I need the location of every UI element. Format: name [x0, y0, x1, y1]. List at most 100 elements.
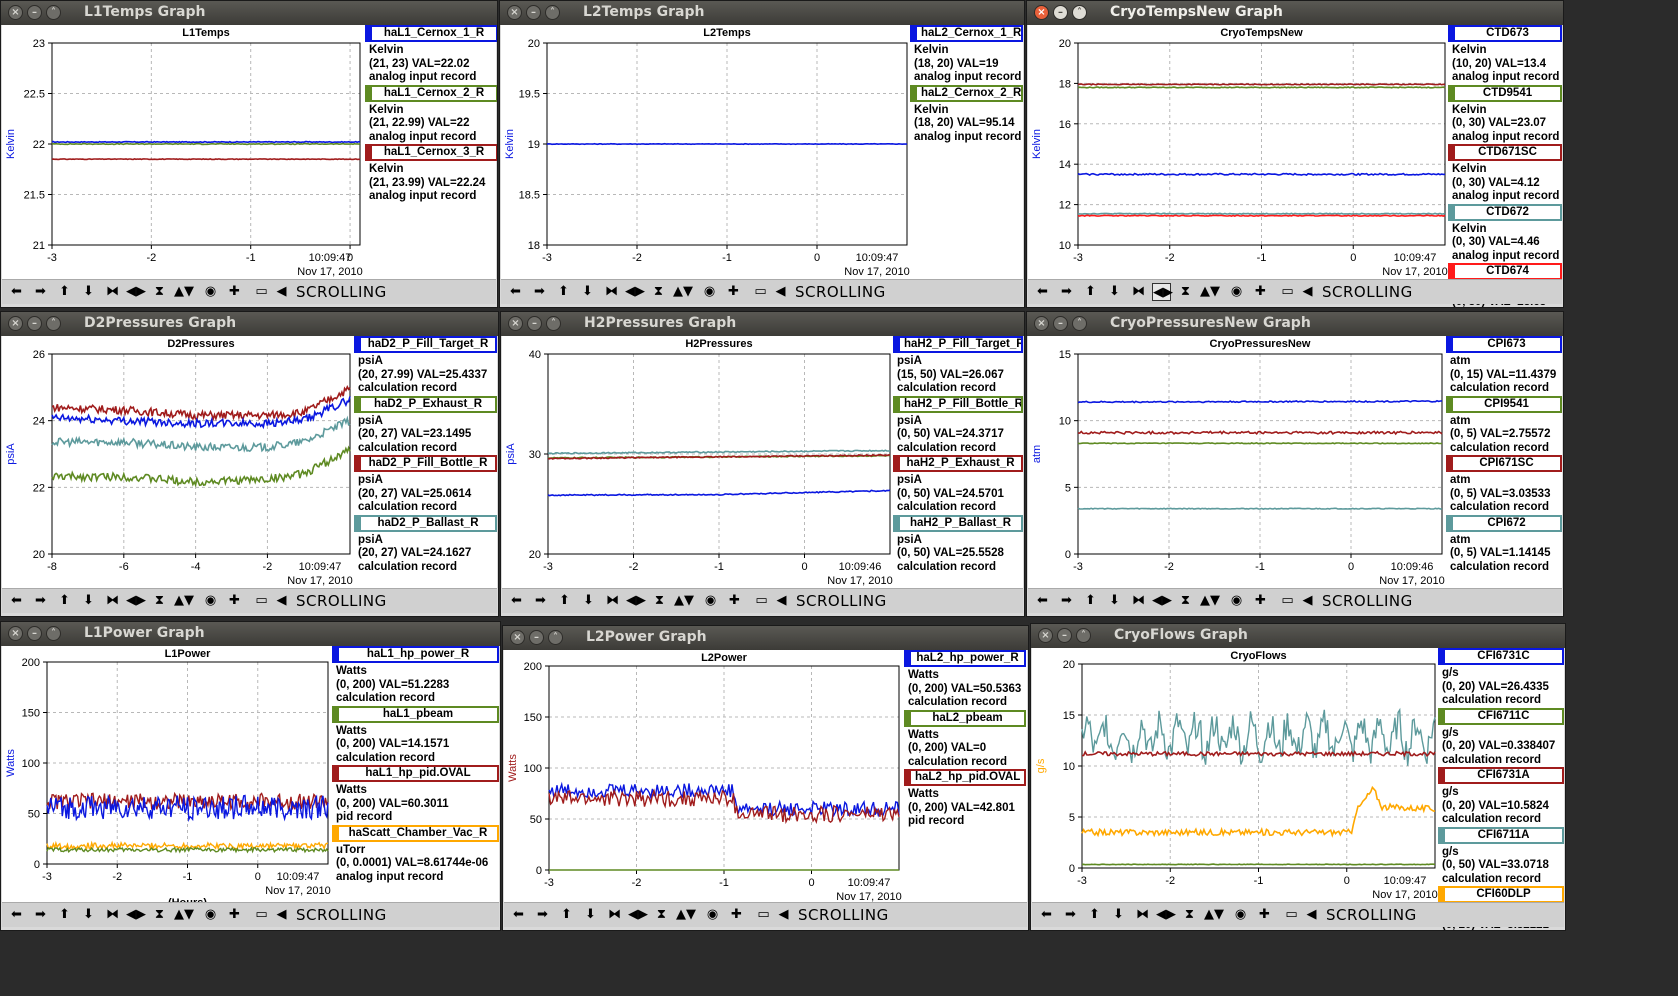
- legend-trace-name[interactable]: CPI672: [1446, 514, 1562, 532]
- arrow-up-icon[interactable]: ⬆: [55, 906, 74, 924]
- zoom-x-in-icon[interactable]: ⧓: [605, 906, 624, 924]
- maximize-icon[interactable]: ˄: [1076, 628, 1091, 643]
- zoom-y-in-icon[interactable]: ⧗: [649, 283, 668, 301]
- zoom-y-in-icon[interactable]: ⧗: [150, 283, 169, 301]
- window-titlebar[interactable]: × – ˄ CryoTempsNew Graph: [1027, 1, 1563, 25]
- zoom-y-out-icon[interactable]: ▲▼: [174, 906, 194, 924]
- window-titlebar[interactable]: × – ˄ L2Temps Graph: [500, 1, 1024, 25]
- zoom-x-in-icon[interactable]: ⧓: [103, 906, 122, 924]
- zoom-y-out-icon[interactable]: ▲▼: [1200, 283, 1220, 301]
- arrow-right-icon[interactable]: ➡: [1057, 592, 1076, 610]
- legend-trace-name[interactable]: haScatt_Chamber_Vac_R: [332, 824, 499, 842]
- pause-icon[interactable]: ◀: [1298, 592, 1317, 610]
- arrow-down-icon[interactable]: ⬇: [1105, 283, 1124, 301]
- legend-trace-name[interactable]: haH2_P_Ballast_R: [893, 514, 1023, 532]
- zoom-x-out-icon[interactable]: ◀▶: [1156, 906, 1176, 924]
- add-trace-icon[interactable]: ✚: [225, 592, 244, 610]
- config-icon[interactable]: ▭: [252, 283, 271, 301]
- config-icon[interactable]: ▭: [1282, 906, 1301, 924]
- close-icon[interactable]: ×: [507, 5, 522, 20]
- arrow-right-icon[interactable]: ➡: [1057, 283, 1076, 301]
- arrow-left-icon[interactable]: ⬅: [1033, 283, 1052, 301]
- maximize-icon[interactable]: ˄: [1072, 316, 1087, 331]
- config-icon[interactable]: ▭: [252, 906, 271, 924]
- pause-icon[interactable]: ◀: [272, 283, 291, 301]
- legend-trace-name[interactable]: haL2_hp_pid.OVAL: [904, 769, 1026, 786]
- legend-trace-name[interactable]: haL1_Cernox_2_R: [365, 84, 497, 102]
- add-trace-icon[interactable]: ✚: [225, 283, 244, 301]
- add-trace-icon[interactable]: ✚: [1251, 592, 1270, 610]
- add-trace-icon[interactable]: ✚: [1255, 906, 1274, 924]
- legend-trace-name[interactable]: haD2_P_Exhaust_R: [354, 395, 497, 413]
- arrow-left-icon[interactable]: ⬅: [506, 283, 525, 301]
- autoscale-icon[interactable]: ◉: [1227, 283, 1246, 301]
- arrow-up-icon[interactable]: ⬆: [1085, 906, 1104, 924]
- maximize-icon[interactable]: ˄: [46, 316, 61, 331]
- arrow-up-icon[interactable]: ⬆: [555, 592, 574, 610]
- window-titlebar[interactable]: × – ˄ H2Pressures Graph: [501, 312, 1024, 336]
- maximize-icon[interactable]: ˄: [548, 630, 563, 645]
- pause-icon[interactable]: ◀: [774, 906, 793, 924]
- legend-trace-name[interactable]: CPI673: [1446, 336, 1562, 353]
- zoom-x-in-icon[interactable]: ⧓: [1129, 283, 1148, 301]
- legend-trace-name[interactable]: CPI9541: [1446, 395, 1562, 413]
- autoscale-icon[interactable]: ◉: [703, 906, 722, 924]
- legend-trace-name[interactable]: haL2_hp_power_R: [904, 650, 1026, 667]
- zoom-x-out-icon[interactable]: ◀▶: [626, 592, 646, 610]
- arrow-down-icon[interactable]: ⬇: [79, 906, 98, 924]
- zoom-y-out-icon[interactable]: ▲▼: [674, 592, 694, 610]
- legend-trace-name[interactable]: haL2_pbeam: [904, 709, 1026, 727]
- legend-trace-name[interactable]: haH2_P_Fill_Target_R: [893, 336, 1023, 353]
- zoom-y-out-icon[interactable]: ▲▼: [1200, 592, 1220, 610]
- legend-trace-name[interactable]: CFI6731C: [1438, 648, 1564, 665]
- window-titlebar[interactable]: × – ˄ L1Temps Graph: [1, 1, 497, 25]
- zoom-x-out-icon[interactable]: ◀▶: [126, 283, 146, 301]
- zoom-y-in-icon[interactable]: ⧗: [1176, 283, 1195, 301]
- arrow-up-icon[interactable]: ⬆: [1081, 283, 1100, 301]
- zoom-y-out-icon[interactable]: ▲▼: [673, 283, 693, 301]
- config-icon[interactable]: ▭: [754, 906, 773, 924]
- config-icon[interactable]: ▭: [751, 283, 770, 301]
- pause-icon[interactable]: ◀: [1298, 283, 1317, 301]
- legend-trace-name[interactable]: haL1_Cernox_3_R: [365, 144, 497, 161]
- pause-icon[interactable]: ◀: [272, 906, 291, 924]
- close-icon[interactable]: ×: [1034, 5, 1049, 20]
- window-titlebar[interactable]: × – ˄ D2Pressures Graph: [1, 312, 498, 336]
- autoscale-icon[interactable]: ◉: [700, 283, 719, 301]
- close-icon[interactable]: ×: [8, 626, 23, 641]
- legend-trace-name[interactable]: CFI6711C: [1438, 707, 1564, 725]
- add-trace-icon[interactable]: ✚: [724, 283, 743, 301]
- legend-trace-name[interactable]: CPI671SC: [1446, 455, 1562, 472]
- legend-trace-name[interactable]: CFI60DLP: [1438, 886, 1564, 903]
- zoom-y-in-icon[interactable]: ⧗: [1176, 592, 1195, 610]
- close-icon[interactable]: ×: [1034, 316, 1049, 331]
- add-trace-icon[interactable]: ✚: [1251, 283, 1270, 301]
- minimize-icon[interactable]: –: [1057, 628, 1072, 643]
- arrow-down-icon[interactable]: ⬇: [579, 592, 598, 610]
- autoscale-icon[interactable]: ◉: [201, 283, 220, 301]
- legend-trace-name[interactable]: CTD674: [1448, 263, 1562, 280]
- minimize-icon[interactable]: –: [27, 626, 42, 641]
- legend-trace-name[interactable]: CTD673: [1448, 25, 1562, 42]
- arrow-left-icon[interactable]: ⬅: [1033, 592, 1052, 610]
- minimize-icon[interactable]: –: [27, 5, 42, 20]
- window-titlebar[interactable]: × – ˄ L2Power Graph: [503, 626, 1028, 650]
- maximize-icon[interactable]: ˄: [1072, 5, 1087, 20]
- minimize-icon[interactable]: –: [1053, 5, 1068, 20]
- zoom-x-out-icon[interactable]: ◀▶: [628, 906, 648, 924]
- zoom-x-in-icon[interactable]: ⧓: [103, 283, 122, 301]
- zoom-x-out-icon[interactable]: ◀▶: [126, 592, 146, 610]
- arrow-right-icon[interactable]: ➡: [31, 592, 50, 610]
- pause-icon[interactable]: ◀: [272, 592, 291, 610]
- maximize-icon[interactable]: ˄: [46, 626, 61, 641]
- minimize-icon[interactable]: –: [529, 630, 544, 645]
- pause-icon[interactable]: ◀: [772, 592, 791, 610]
- legend-trace-name[interactable]: haD2_P_Fill_Target_R: [354, 336, 497, 353]
- autoscale-icon[interactable]: ◉: [201, 906, 220, 924]
- legend-trace-name[interactable]: CTD9541: [1448, 84, 1562, 102]
- arrow-left-icon[interactable]: ⬅: [507, 592, 526, 610]
- add-trace-icon[interactable]: ✚: [725, 592, 744, 610]
- legend-trace-name[interactable]: haL1_Cernox_1_R: [365, 25, 497, 42]
- autoscale-icon[interactable]: ◉: [1231, 906, 1250, 924]
- minimize-icon[interactable]: –: [1053, 316, 1068, 331]
